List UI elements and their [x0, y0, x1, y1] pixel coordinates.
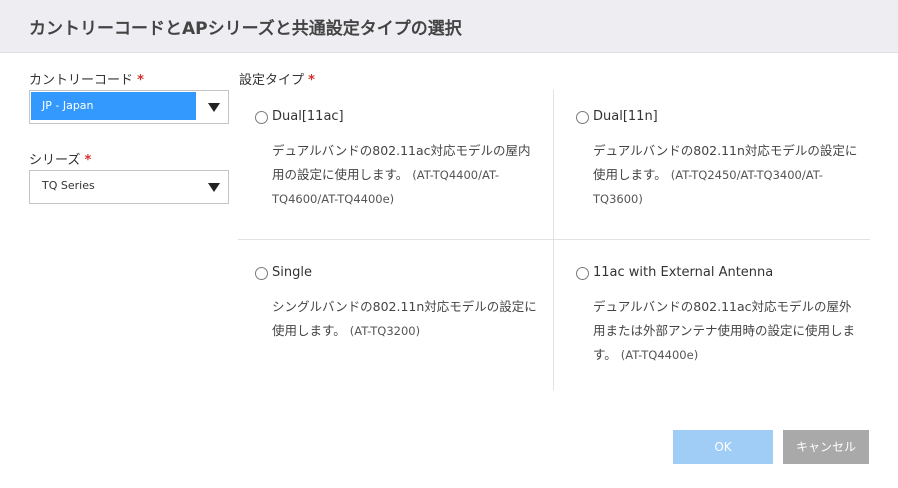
cancel-button[interactable]: キャンセル: [783, 430, 869, 464]
country-code-value: JP - Japan: [31, 92, 196, 120]
setting-type-label-text: 設定タイプ: [239, 73, 305, 88]
series-label: シリーズ *: [29, 149, 91, 168]
series-select[interactable]: TQ Series: [29, 170, 229, 204]
option-description: デュアルバンドの802.11n対応モデルの設定に使用します。 (AT-TQ245…: [593, 139, 863, 211]
option-models: (AT-TQ3200): [349, 324, 421, 338]
option-description: シングルバンドの802.11n対応モデルの設定に使用します。 (AT-TQ320…: [272, 295, 542, 343]
dropdown-arrow-icon: [208, 183, 220, 192]
option-description: デュアルバンドの802.11ac対応モデルの屋外用または外部アンテナ使用時の設定…: [593, 295, 863, 367]
required-mark: *: [137, 73, 144, 88]
radio-button[interactable]: [576, 267, 589, 280]
radio-button[interactable]: [576, 111, 589, 124]
dialog-title: カントリーコードとAPシリーズと共通設定タイプの選択: [29, 19, 462, 39]
dropdown-arrow-icon: [208, 103, 220, 112]
option-name[interactable]: 11ac with External Antenna: [593, 265, 773, 280]
required-mark: *: [308, 73, 315, 88]
option-models: (AT-TQ4400e): [620, 348, 699, 362]
option-name[interactable]: Single: [272, 265, 312, 280]
series-value: TQ Series: [42, 179, 95, 192]
option-description: デュアルバンドの802.11ac対応モデルの屋内用の設定に使用します。 (AT-…: [272, 139, 542, 211]
country-code-select[interactable]: JP - Japan: [29, 90, 229, 124]
setting-type-label: 設定タイプ *: [239, 69, 315, 88]
country-code-label: カントリーコード *: [29, 69, 144, 88]
option-name[interactable]: Dual[11ac]: [272, 109, 344, 124]
grid-divider-vertical: [553, 90, 554, 390]
ok-button[interactable]: OK: [673, 430, 773, 464]
option-name[interactable]: Dual[11n]: [593, 109, 658, 124]
radio-button[interactable]: [255, 267, 268, 280]
radio-button[interactable]: [255, 111, 268, 124]
required-mark: *: [84, 153, 92, 168]
country-code-label-text: カントリーコード: [29, 73, 134, 88]
grid-divider-horizontal: [238, 239, 870, 240]
dialog-header: カントリーコードとAPシリーズと共通設定タイプの選択: [0, 0, 898, 53]
series-label-text: シリーズ: [29, 153, 81, 168]
